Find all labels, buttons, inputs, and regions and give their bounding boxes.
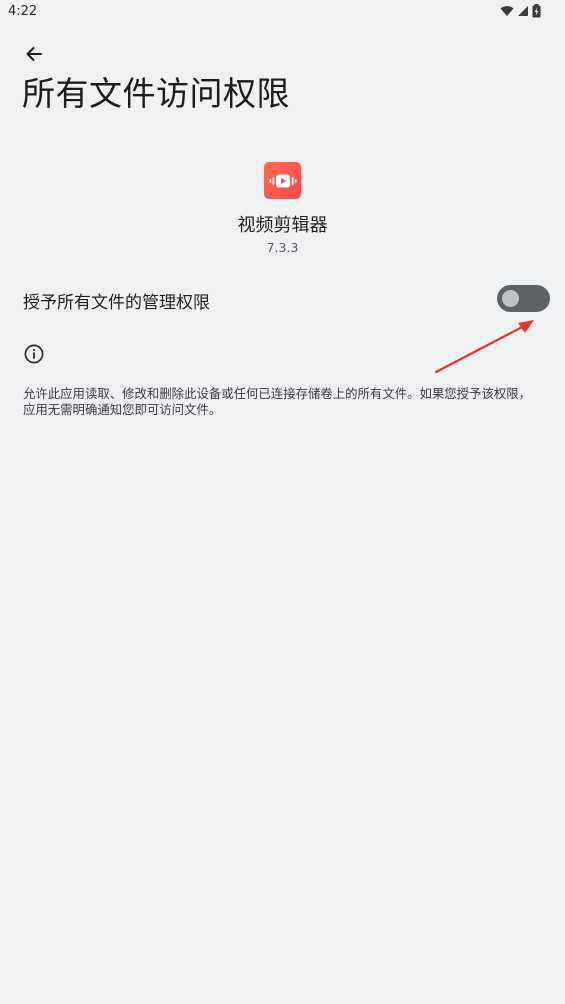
video-editor-app-icon — [264, 162, 301, 199]
permission-description: 允许此应用读取、修改和删除此设备或任何已连接存储卷上的所有文件。如果您授予该权限… — [23, 386, 532, 417]
battery-charging-icon — [532, 4, 541, 18]
permission-label: 授予所有文件的管理权限 — [23, 293, 210, 313]
status-icons — [500, 4, 541, 18]
status-bar: 4:22 — [0, 0, 565, 24]
status-time: 4:22 — [8, 4, 38, 19]
all-files-access-toggle[interactable] — [497, 285, 550, 312]
page-title: 所有文件访问权限 — [22, 74, 290, 113]
annotation-arrow — [434, 320, 534, 374]
arrow-back-icon — [26, 47, 42, 61]
permission-row[interactable]: 授予所有文件的管理权限 — [0, 276, 565, 322]
toggle-thumb — [502, 290, 519, 307]
back-button[interactable] — [18, 38, 50, 70]
app-version: 7.3.3 — [266, 240, 299, 255]
wifi-icon — [500, 6, 514, 16]
signal-icon — [518, 6, 528, 16]
app-name: 视频剪辑器 — [237, 215, 328, 236]
info-icon — [24, 344, 44, 364]
